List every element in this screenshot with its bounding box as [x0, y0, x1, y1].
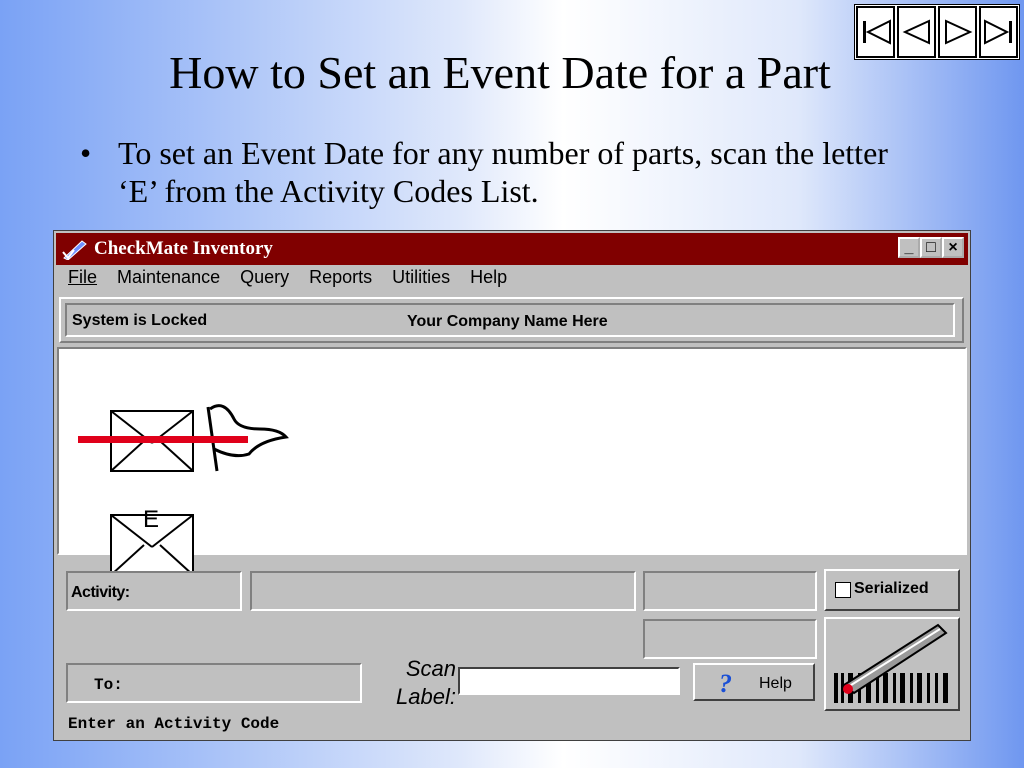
help-button[interactable]: ? Help [693, 663, 815, 701]
next-slide-icon [944, 19, 972, 45]
bullet-point: • To set an Event Date for any number of… [80, 134, 900, 210]
barcode-scan-button[interactable] [824, 617, 960, 711]
menu-utilities[interactable]: Utilities [392, 267, 450, 293]
serialized-label: Serialized [854, 580, 929, 597]
scan-label-line2: Label: [396, 684, 456, 709]
close-button[interactable]: × [942, 237, 964, 258]
activity-detail-field [643, 571, 817, 611]
activity-label: Activity: [71, 584, 130, 601]
to-field: To: [66, 663, 362, 703]
serialized-checkbox[interactable] [835, 582, 851, 598]
menu-query[interactable]: Query [240, 267, 289, 293]
maximize-button[interactable]: □ [920, 237, 942, 258]
help-icon: ? [719, 669, 732, 698]
menu-maintenance[interactable]: Maintenance [117, 267, 220, 293]
status-message: Enter an Activity Code [68, 715, 280, 733]
bullet-text: To set an Event Date for any number of p… [118, 135, 888, 209]
minimize-button[interactable]: _ [898, 237, 920, 258]
activity-code-field [250, 571, 636, 611]
activity-label-box: Activity: [66, 571, 242, 611]
checkmate-window: CheckMate Inventory _ □ × File Maintenan… [53, 230, 971, 741]
help-label: Help [759, 675, 792, 692]
menu-reports[interactable]: Reports [309, 267, 372, 293]
pencil-checkmark-icon [62, 240, 87, 260]
envelope-flag-icon [78, 404, 289, 472]
menu-file[interactable]: File [68, 267, 97, 293]
scan-label-line1: Scan [405, 656, 456, 681]
header-frame: System is Locked Your Company Name Here [59, 297, 964, 343]
serialized-toggle[interactable]: Serialized [824, 569, 960, 611]
menu-bar: File Maintenance Query Reports Utilities… [58, 267, 517, 293]
secondary-field [643, 619, 817, 659]
activity-illustration: E [78, 404, 289, 576]
to-label: To: [94, 676, 123, 694]
barcode-wand-icon [834, 623, 948, 703]
company-name: Your Company Name Here [407, 313, 608, 330]
scan-label-input[interactable] [458, 667, 680, 695]
previous-slide-icon [902, 19, 930, 45]
menu-help[interactable]: Help [470, 267, 507, 293]
window-titlebar[interactable]: CheckMate Inventory _ □ × [56, 233, 968, 265]
scan-label-caption: Scan Label: [374, 655, 456, 711]
bullet-marker: • [80, 135, 92, 171]
last-slide-icon [983, 19, 1012, 45]
lock-status: System is Locked [72, 312, 208, 329]
envelope-letter: E [143, 506, 159, 533]
first-slide-icon [862, 19, 891, 45]
slide-title: How to Set an Event Date for a Part [169, 47, 831, 98]
status-banner: System is Locked Your Company Name Here [65, 303, 955, 337]
window-title: CheckMate Inventory [94, 238, 273, 259]
